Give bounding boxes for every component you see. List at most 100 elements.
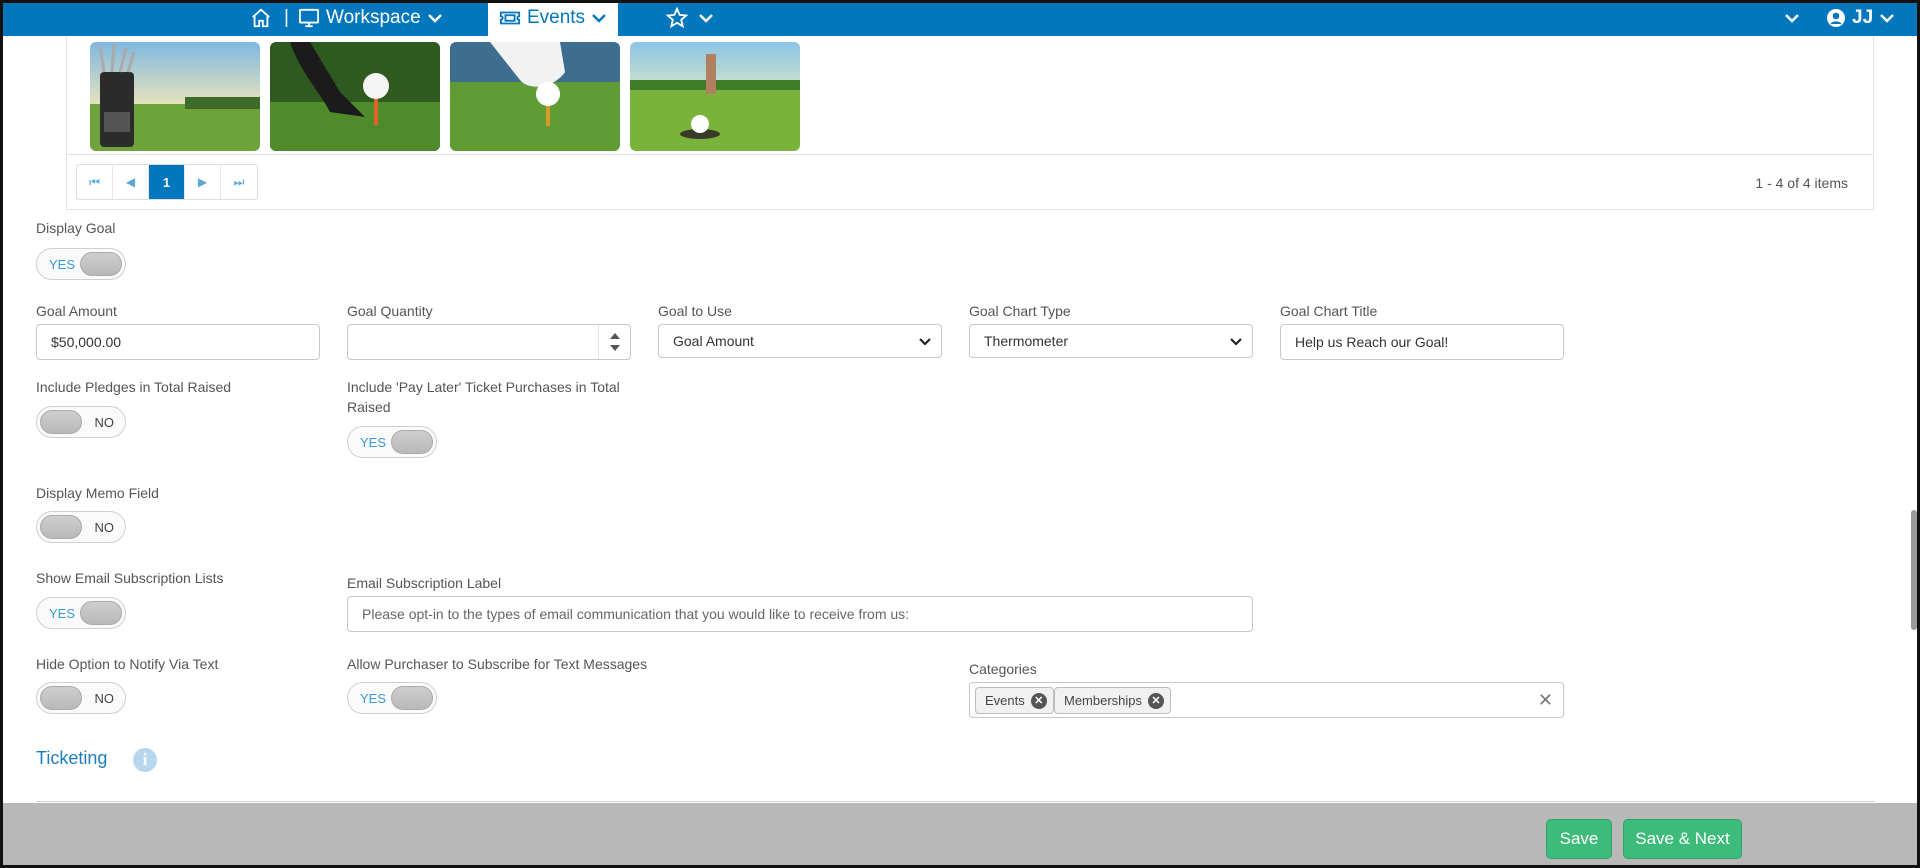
- include-pledges-toggle[interactable]: NO: [36, 406, 126, 438]
- golf-ball-tee-photo: [450, 42, 620, 151]
- goal-quantity-input[interactable]: [347, 324, 631, 360]
- chevron-down-icon: [1785, 14, 1799, 23]
- toggle-state: YES: [49, 257, 76, 272]
- quantity-stepper[interactable]: [598, 325, 630, 359]
- prev-page-button[interactable]: ◀: [113, 165, 149, 199]
- goal-chart-type-select[interactable]: Thermometer: [969, 324, 1253, 358]
- ticket-icon: [499, 11, 521, 25]
- goal-to-use-label: Goal to Use: [658, 303, 732, 319]
- toggle-knob: [40, 515, 82, 539]
- home-icon: [252, 8, 270, 28]
- chevron-down-icon: [427, 14, 442, 23]
- goal-to-use-value: Goal Amount: [673, 333, 754, 349]
- goal-chart-title-input[interactable]: Help us Reach our Goal!: [1280, 324, 1564, 360]
- allow-text-sub-label: Allow Purchaser to Subscribe for Text Me…: [347, 656, 648, 672]
- email-sub-label-label: Email Subscription Label: [347, 575, 502, 591]
- prev-page-icon: ◀: [125, 175, 136, 189]
- page-number-button[interactable]: 1: [149, 165, 185, 199]
- gallery-image[interactable]: [630, 42, 800, 151]
- golf-bag-photo: [90, 42, 260, 151]
- display-memo-label: Display Memo Field: [36, 485, 159, 501]
- email-sub-label-input[interactable]: Please opt-in to the types of email comm…: [347, 596, 1253, 632]
- clear-all-icon[interactable]: ✕: [1538, 690, 1553, 711]
- hide-notify-text-label: Hide Option to Notify Via Text: [36, 656, 219, 672]
- allow-text-sub-toggle[interactable]: YES: [347, 682, 437, 714]
- display-memo-toggle[interactable]: NO: [36, 511, 126, 543]
- last-page-button[interactable]: ⏭: [221, 165, 257, 199]
- remove-chip-icon[interactable]: ✕: [1148, 692, 1165, 709]
- first-page-icon: ⏮: [89, 174, 100, 189]
- toggle-knob: [40, 410, 82, 434]
- gallery-image[interactable]: [90, 42, 260, 151]
- goal-amount-input[interactable]: $50,000.00: [36, 324, 320, 360]
- chevron-down-icon: [1230, 338, 1242, 346]
- star-icon: [666, 7, 688, 29]
- display-goal-toggle[interactable]: YES: [36, 248, 126, 280]
- toggle-state: YES: [360, 435, 387, 450]
- category-chip-label: Memberships: [1064, 693, 1143, 708]
- toggle-knob: [80, 601, 122, 625]
- toggle-state: YES: [49, 606, 76, 621]
- categories-multiselect[interactable]: Events ✕ Memberships ✕ ✕: [969, 682, 1564, 718]
- next-page-button[interactable]: ▶: [185, 165, 221, 199]
- info-icon[interactable]: i: [133, 748, 157, 772]
- workspace-label: Workspace: [326, 7, 421, 28]
- quick-menu-dropdown[interactable]: [1784, 0, 1800, 36]
- toggle-knob: [80, 252, 122, 276]
- toggle-state: NO: [94, 520, 115, 535]
- toggle-knob: [391, 686, 433, 710]
- goal-chart-type-label: Goal Chart Type: [969, 303, 1071, 319]
- toggle-knob: [40, 686, 82, 710]
- include-pay-later-label: Include 'Pay Later' Ticket Purchases in …: [347, 379, 620, 415]
- section-divider: [36, 801, 1874, 802]
- caret-up-icon: [609, 333, 620, 339]
- category-chip: Events ✕: [975, 687, 1054, 714]
- goal-quantity-label: Goal Quantity: [347, 303, 433, 319]
- first-page-button[interactable]: ⏮: [77, 165, 113, 199]
- top-nav: | Workspace Events JJ: [0, 0, 1920, 36]
- ticketing-section-title: Ticketing: [36, 748, 108, 768]
- gallery-image[interactable]: [450, 42, 620, 151]
- user-menu[interactable]: JJ: [1826, 0, 1895, 36]
- show-email-lists-toggle[interactable]: YES: [36, 597, 126, 629]
- goal-amount-label: Goal Amount: [36, 303, 117, 319]
- chevron-down-icon: [592, 14, 606, 23]
- show-email-lists-label: Show Email Subscription Lists: [36, 570, 224, 586]
- nav-separator: |: [284, 7, 289, 28]
- workspace-menu[interactable]: Workspace: [298, 0, 443, 36]
- category-chip-label: Events: [985, 693, 1025, 708]
- home-button[interactable]: [250, 0, 272, 36]
- goal-to-use-select[interactable]: Goal Amount: [658, 324, 942, 358]
- toggle-knob: [391, 430, 433, 454]
- display-goal-label: Display Goal: [36, 220, 116, 236]
- save-and-next-button[interactable]: Save & Next: [1623, 819, 1742, 859]
- events-menu[interactable]: Events: [488, 0, 618, 36]
- include-pledges-label: Include Pledges in Total Raised: [36, 379, 232, 395]
- toggle-state: YES: [360, 691, 387, 706]
- toggle-state: NO: [94, 415, 115, 430]
- action-footer: Save Save & Next: [0, 803, 1920, 868]
- golf-hole-photo: [630, 42, 800, 151]
- page-scrollbar[interactable]: [1911, 510, 1917, 630]
- events-label: Events: [526, 7, 586, 28]
- category-chip: Memberships ✕: [1054, 687, 1172, 714]
- pager: ⏮ ◀ 1 ▶ ⏭: [76, 164, 258, 200]
- gallery-image[interactable]: [270, 42, 440, 151]
- include-pay-later-toggle[interactable]: YES: [347, 426, 437, 458]
- chevron-down-icon: [1880, 14, 1894, 23]
- user-circle-icon: [1827, 9, 1845, 27]
- remove-chip-icon[interactable]: ✕: [1030, 692, 1047, 709]
- pager-info: 1 - 4 of 4 items: [1755, 175, 1848, 191]
- favorites-menu[interactable]: [666, 0, 714, 36]
- hide-notify-text-toggle[interactable]: NO: [36, 682, 126, 714]
- chevron-down-icon: [919, 338, 931, 346]
- save-button[interactable]: Save: [1546, 819, 1612, 859]
- toggle-state: NO: [94, 691, 115, 706]
- chevron-down-icon: [699, 14, 713, 23]
- last-page-icon: ⏭: [233, 174, 245, 189]
- gallery-pager-row: ⏮ ◀ 1 ▶ ⏭ 1 - 4 of 4 items: [66, 154, 1874, 210]
- caret-down-icon: [609, 345, 620, 351]
- categories-label: Categories: [969, 661, 1037, 677]
- next-page-icon: ▶: [197, 175, 208, 189]
- goal-chart-title-label: Goal Chart Title: [1280, 303, 1378, 319]
